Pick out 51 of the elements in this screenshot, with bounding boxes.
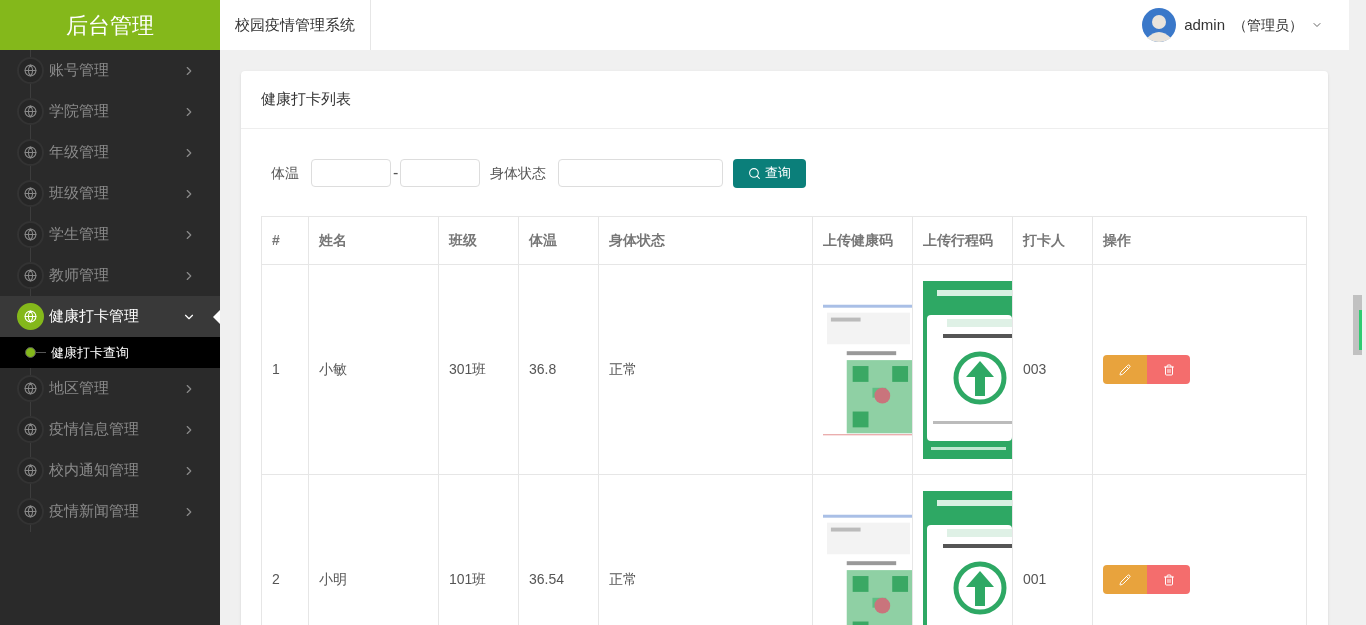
sidebar-item[interactable]: 学生管理 <box>0 214 220 255</box>
sidebar-item[interactable]: 校内通知管理 <box>0 450 220 491</box>
sidebar-item[interactable]: 账号管理 <box>0 50 220 91</box>
sidebar-item[interactable]: 学院管理 <box>0 91 220 132</box>
table-cell: 003 <box>1012 264 1093 475</box>
column-header: 上传行程码 <box>912 216 1013 265</box>
table-cell: 301班 <box>438 264 519 475</box>
column-header: 操作 <box>1092 216 1307 265</box>
delete-button[interactable] <box>1147 355 1190 384</box>
system-title: 校园疫情管理系统 <box>220 0 371 50</box>
table-cell: 1 <box>261 264 309 475</box>
table-cell: 小敏 <box>308 264 439 475</box>
card-title: 健康打卡列表 <box>241 71 1328 129</box>
search-icon <box>748 166 762 180</box>
edit-button[interactable] <box>1103 355 1147 384</box>
pointer-icon <box>213 310 220 324</box>
column-header: 上传健康码 <box>812 216 913 265</box>
search-button[interactable]: 查询 <box>733 158 807 188</box>
table-cell: 36.8 <box>518 264 599 475</box>
sidebar-item[interactable]: 健康打卡管理 <box>0 296 220 337</box>
table-cell: 2 <box>261 474 309 625</box>
sidebar-item[interactable]: 地区管理 <box>0 368 220 409</box>
edit-button[interactable] <box>1103 565 1147 594</box>
logo: 后台管理 <box>0 0 220 50</box>
pencil-icon <box>1119 363 1131 376</box>
column-header: 姓名 <box>308 216 439 265</box>
column-header: # <box>261 216 309 265</box>
column-header: 身体状态 <box>598 216 813 265</box>
column-header: 打卡人 <box>1012 216 1093 265</box>
trash-icon <box>1162 363 1175 376</box>
avatar-icon <box>1142 8 1177 42</box>
temperature-max-field[interactable] <box>400 159 481 187</box>
sidebar-item[interactable]: 疫情新闻管理 <box>0 491 220 532</box>
sidebar-item[interactable]: 教师管理 <box>0 255 220 296</box>
sidebar-item[interactable]: 年级管理 <box>0 132 220 173</box>
trash-icon <box>1162 573 1175 586</box>
temperature-label: 体温 <box>271 163 299 183</box>
submenu-item[interactable]: 健康打卡查询 <box>0 337 220 368</box>
temperature-min-field[interactable] <box>311 159 391 187</box>
globe-icon <box>17 303 44 330</box>
column-header: 体温 <box>518 216 599 265</box>
pencil-icon <box>1119 573 1131 586</box>
sidebar-item[interactable]: 班级管理 <box>0 173 220 214</box>
table-cell: 正常 <box>598 264 813 475</box>
range-separator: - <box>393 163 399 183</box>
column-header: 班级 <box>438 216 519 265</box>
user-menu[interactable]: admin （管理员） <box>1142 8 1349 42</box>
status-field[interactable] <box>558 159 724 187</box>
status-label: 身体状态 <box>490 163 547 183</box>
delete-button[interactable] <box>1147 565 1190 594</box>
sidebar-item[interactable]: 疫情信息管理 <box>0 409 220 450</box>
